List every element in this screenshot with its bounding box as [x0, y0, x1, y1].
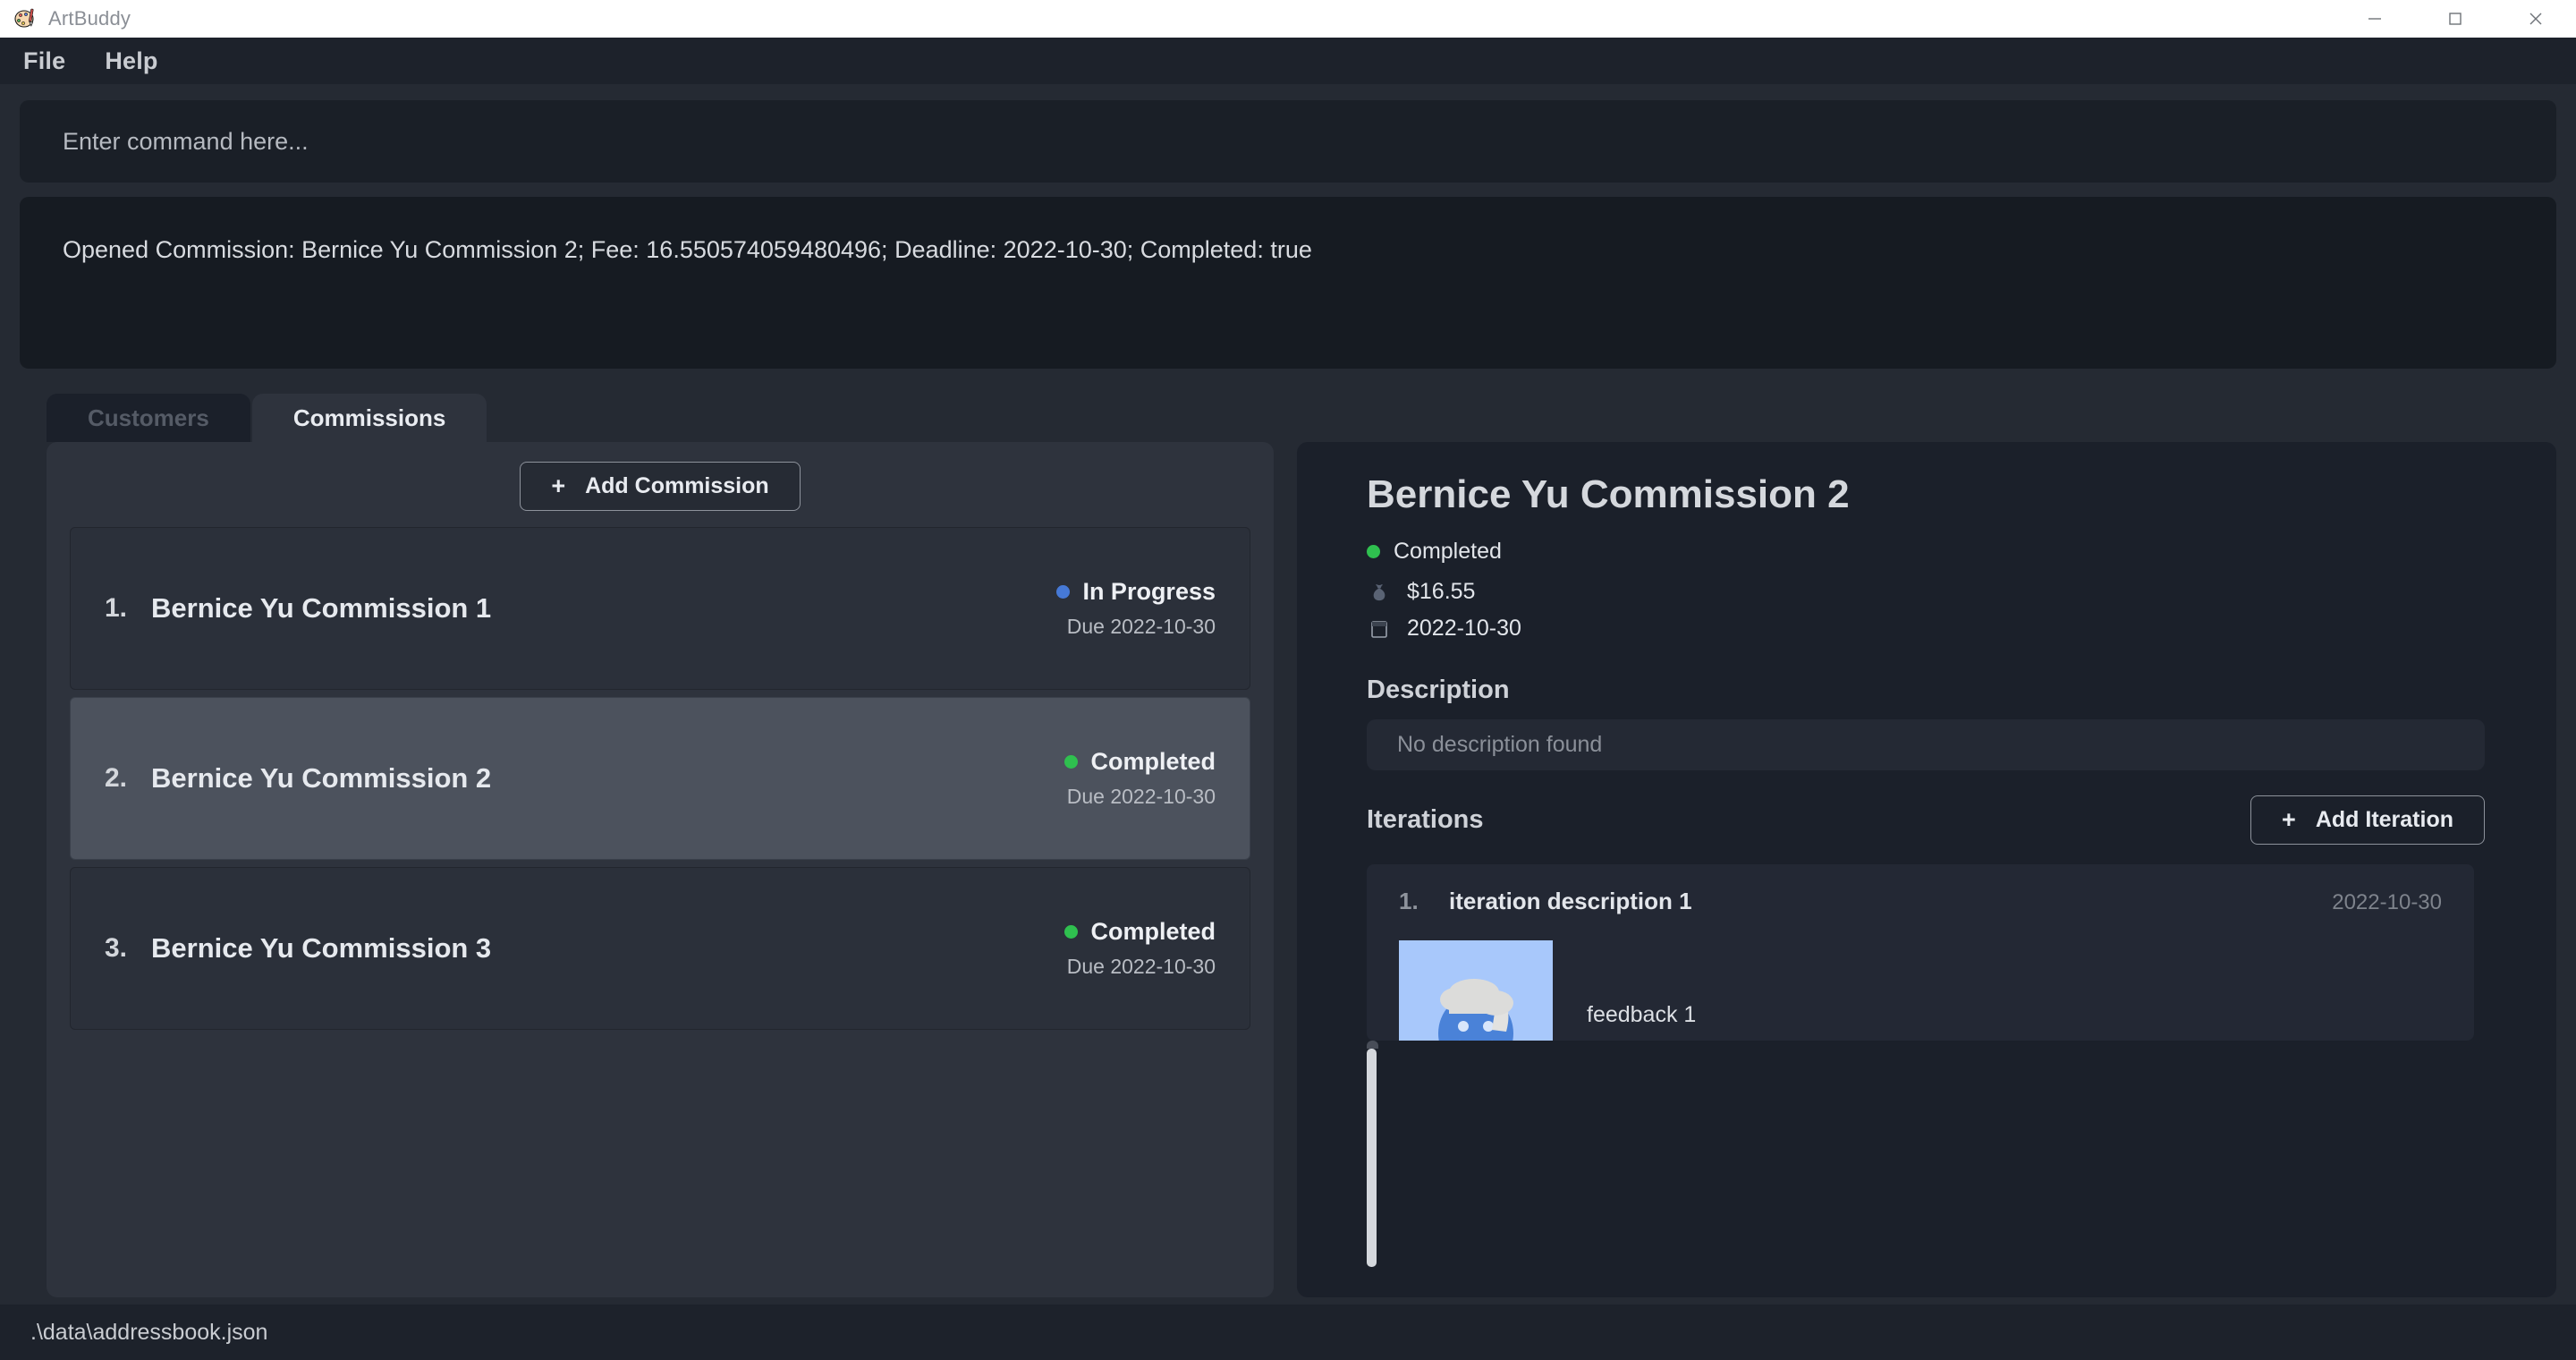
commission-index: 2. — [105, 763, 128, 793]
commission-meta: Completed Due 2022-10-30 — [1064, 918, 1216, 979]
main-content: Enter command here... Opened Commission:… — [0, 84, 2576, 1305]
menu-item-help[interactable]: Help — [105, 47, 157, 75]
iteration-header-row: 1. iteration description 1 2022-10-30 — [1399, 888, 2442, 915]
commission-index: 3. — [105, 933, 128, 963]
title-bar: ArtBuddy — [0, 0, 2576, 38]
menu-item-file[interactable]: File — [23, 47, 65, 75]
command-input[interactable]: Enter command here... — [20, 100, 2556, 183]
plus-icon: + — [2282, 806, 2296, 834]
iteration-description: iteration description 1 — [1449, 888, 1692, 915]
detail-title: Bernice Yu Commission 2 — [1367, 472, 1850, 516]
detail-deadline-row: 2022-10-30 — [1367, 616, 2515, 642]
status-bar-path: .\data\addressbook.json — [30, 1319, 268, 1345]
detail-deadline: 2022-10-30 — [1407, 616, 1521, 641]
add-iteration-button[interactable]: + Add Iteration — [2250, 795, 2485, 846]
tab-commissions-label: Commissions — [292, 404, 446, 431]
panels-container: + Add Commission 1. Bernice Yu Commissio… — [20, 442, 2556, 1305]
result-display: Opened Commission: Bernice Yu Commission… — [20, 197, 2556, 369]
iteration-index: 1. — [1399, 888, 1419, 915]
description-placeholder: No description found — [1397, 732, 1603, 758]
status-label: Completed — [1090, 918, 1216, 945]
detail-panel-scrollbar[interactable] — [1367, 1049, 1377, 1267]
status-dot-icon — [1064, 755, 1079, 769]
detail-fee: $16.55 — [1407, 579, 1476, 604]
status-dot-icon — [1367, 545, 1380, 558]
commission-name: Bernice Yu Commission 1 — [151, 592, 492, 624]
status-badge: In Progress — [1056, 578, 1216, 606]
commission-list-item[interactable]: 3. Bernice Yu Commission 3 Completed Due… — [70, 867, 1250, 1030]
commission-list[interactable]: 1. Bernice Yu Commission 1 In Progress D… — [47, 527, 1274, 1030]
commission-list-item[interactable]: 1. Bernice Yu Commission 1 In Progress D… — [70, 527, 1250, 690]
detail-status-label: Completed — [1394, 539, 1502, 564]
tab-customers-label: Customers — [88, 404, 209, 431]
commission-detail-panel: Bernice Yu Commission 2 Completed $16.55 — [1297, 442, 2556, 1297]
commission-index: 1. — [105, 593, 128, 623]
add-iteration-label: Add Iteration — [2315, 807, 2453, 833]
window-controls — [2334, 0, 2576, 38]
description-heading: Description — [1367, 676, 1510, 704]
add-commission-row: + Add Commission — [47, 462, 1274, 527]
iteration-list-scrollbar[interactable] — [1367, 1041, 1378, 1050]
status-label: In Progress — [1082, 578, 1216, 605]
iteration-date: 2022-10-30 — [2332, 890, 2442, 915]
app-window: ArtBuddy File Help Enter command here...… — [0, 0, 2576, 1360]
status-bar: .\data\addressbook.json — [0, 1305, 2576, 1360]
commission-meta: In Progress Due 2022-10-30 — [1056, 578, 1216, 639]
iteration-body: feedback 1 — [1399, 940, 2442, 1041]
commission-name: Bernice Yu Commission 3 — [151, 932, 492, 964]
commission-list-panel: + Add Commission 1. Bernice Yu Commissio… — [47, 442, 1274, 1297]
iteration-list[interactable]: 1. iteration description 1 2022-10-30 fe… — [1367, 864, 2474, 1050]
close-button[interactable] — [2496, 0, 2576, 38]
iteration-image-thumbnail[interactable] — [1399, 940, 1553, 1041]
tab-customers[interactable]: Customers — [47, 394, 250, 442]
detail-status-badge: Completed — [1367, 539, 2515, 565]
calendar-icon — [1367, 616, 1392, 642]
iteration-feedback: feedback 1 — [1587, 1002, 1697, 1028]
commission-meta: Completed Due 2022-10-30 — [1064, 748, 1216, 809]
commission-name: Bernice Yu Commission 2 — [151, 762, 492, 794]
status-dot-icon — [1064, 925, 1079, 939]
menu-bar: File Help — [0, 38, 2576, 84]
add-commission-label: Add Commission — [585, 473, 769, 498]
iterations-heading: Iterations — [1367, 805, 1484, 835]
maximize-button[interactable] — [2415, 0, 2496, 38]
plus-icon: + — [551, 472, 566, 499]
result-text: Opened Commission: Bernice Yu Commission… — [63, 236, 1312, 263]
tab-bar: Customers Commissions — [20, 394, 2556, 442]
detail-fee-row: $16.55 — [1367, 579, 2515, 605]
commission-due-date: Due 2022-10-30 — [1066, 785, 1216, 808]
title-bar-left: ArtBuddy — [0, 7, 131, 30]
status-badge: Completed — [1064, 748, 1216, 776]
add-commission-button[interactable]: + Add Commission — [520, 462, 801, 511]
iterations-header: Iterations + Add Iteration — [1367, 795, 2485, 846]
commission-due-date: Due 2022-10-30 — [1066, 955, 1216, 978]
status-badge: Completed — [1064, 918, 1216, 946]
status-dot-icon — [1056, 585, 1071, 599]
minimize-button[interactable] — [2334, 0, 2415, 38]
status-label: Completed — [1090, 748, 1216, 775]
description-box[interactable]: No description found — [1367, 719, 2485, 771]
tab-commissions[interactable]: Commissions — [251, 394, 487, 442]
money-bag-icon — [1367, 580, 1392, 605]
command-input-placeholder: Enter command here... — [63, 127, 309, 155]
palette-icon — [14, 7, 38, 30]
commission-list-item[interactable]: 2. Bernice Yu Commission 2 Completed Due… — [70, 697, 1250, 860]
window-title: ArtBuddy — [48, 7, 131, 30]
iteration-card[interactable]: 1. iteration description 1 2022-10-30 fe… — [1367, 864, 2474, 1041]
commission-due-date: Due 2022-10-30 — [1066, 615, 1216, 638]
